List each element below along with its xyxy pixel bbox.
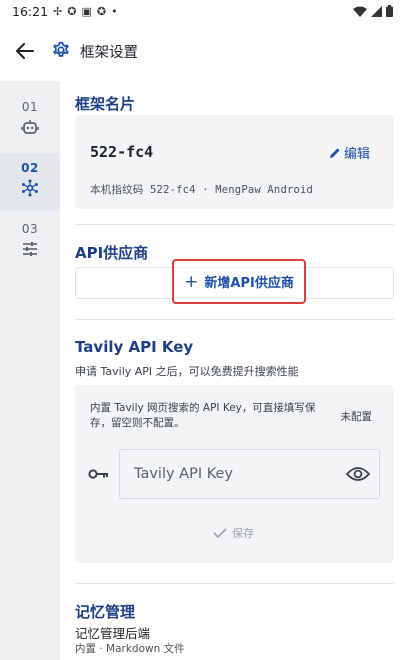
section-title-api-providers: API供应商 [75, 244, 149, 262]
tavily-info: 内置 Tavily 网页搜索的 API Key，可直接填写保存，留空则不配置。 [90, 402, 316, 429]
step-number: 01 [21, 100, 39, 114]
framework-name: 522-fc4 [90, 143, 154, 161]
section-title-tavily: Tavily API Key [75, 338, 194, 356]
network-icon [22, 179, 38, 197]
back-button[interactable] [10, 36, 40, 66]
key-icon [88, 469, 108, 479]
add-api-provider-button[interactable]: + 新增API供应商 [172, 259, 306, 304]
step-sidebar: 01 02 03 [0, 81, 60, 660]
divider [75, 319, 394, 320]
check-icon [213, 528, 227, 538]
step-02[interactable]: 02 [0, 153, 60, 211]
step-03[interactable]: 03 [0, 214, 60, 272]
step-number: 02 [21, 161, 39, 175]
status-time: 16:21 [12, 3, 49, 19]
tavily-description: 申请 Tavily API 之后，可以免费提升搜索性能 [75, 365, 299, 378]
eye-icon[interactable] [346, 465, 370, 483]
memory-backend-label: 记忆管理后端 [75, 626, 151, 641]
pencil-icon [329, 147, 340, 158]
notification-fan-icon: ✢ [53, 4, 63, 18]
app-icon-2: ▣ [81, 4, 92, 18]
arrow-left-icon [16, 43, 34, 59]
framework-name-card: 522-fc4 编辑 本机指纹码 522-fc4 · MengPaw Andro… [75, 115, 394, 209]
app-bar: 框架设置 [0, 26, 405, 76]
edit-label: 编辑 [343, 147, 370, 162]
fingerprint-text: 本机指纹码 522-fc4 · MengPaw Android [90, 184, 314, 196]
dot-icon: • [111, 4, 118, 18]
step-01[interactable]: 01 [0, 92, 60, 150]
add-api-provider-label: 新增API供应商 [204, 276, 294, 291]
section-title-memory: 记忆管理 [75, 603, 136, 621]
gear-icon [53, 41, 69, 57]
save-button[interactable]: 保存 [213, 525, 254, 541]
app-icon: ✪ [67, 4, 77, 18]
sliders-icon [23, 242, 37, 256]
battery-icon [386, 5, 393, 17]
tavily-card: 内置 Tavily 网页搜索的 API Key，可直接填写保存，留空则不配置。 … [75, 385, 394, 563]
divider [75, 583, 394, 584]
wifi-icon [353, 6, 367, 17]
section-title-framework-name: 框架名片 [75, 95, 136, 113]
status-bar: 16:21 ✢ ✪ ▣ ✪ • [0, 0, 405, 22]
plus-icon: + [184, 271, 199, 292]
robot-icon [21, 120, 39, 134]
tavily-status: 未配置 [340, 411, 373, 423]
edit-button[interactable]: 编辑 [329, 143, 370, 162]
page-title: 框架设置 [80, 45, 138, 61]
tavily-api-key-input[interactable] [119, 449, 380, 499]
step-number: 03 [21, 222, 39, 236]
divider [75, 224, 394, 225]
save-label: 保存 [232, 527, 254, 540]
app-icon-3: ✪ [96, 4, 107, 18]
signal-icon [371, 5, 382, 17]
memory-backend-detail: 内置 · Markdown 文件 [75, 643, 185, 655]
